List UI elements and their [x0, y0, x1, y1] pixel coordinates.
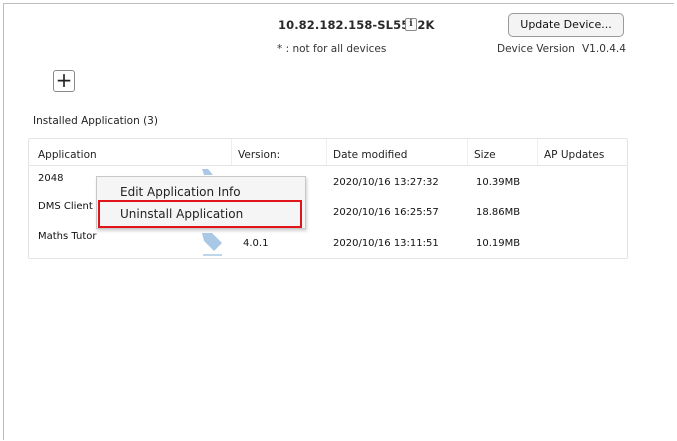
device-note: * : not for all devices	[277, 43, 387, 55]
update-device-button[interactable]: Update Device...	[508, 13, 624, 37]
column-divider	[467, 139, 468, 165]
column-divider	[231, 139, 232, 165]
app-size: 10.19MB	[476, 238, 521, 249]
menu-item-edit-application-info[interactable]: Edit Application Info	[120, 185, 241, 199]
column-divider	[537, 139, 538, 165]
column-header-size[interactable]: Size	[474, 149, 496, 161]
column-divider	[326, 139, 327, 165]
app-date: 2020/10/16 16:25:57	[333, 207, 439, 218]
header-separator	[29, 165, 627, 166]
app-date: 2020/10/16 13:27:32	[333, 177, 439, 188]
app-size: 10.39MB	[476, 177, 521, 188]
column-header-ap-updates[interactable]: AP Updates	[544, 149, 604, 161]
app-date: 2020/10/16 13:11:51	[333, 238, 439, 249]
app-name: DMS Client	[38, 201, 93, 212]
tag-icon[interactable]	[200, 229, 224, 257]
device-version-value: V1.0.4.4	[582, 43, 626, 55]
app-size: 18.86MB	[476, 207, 521, 218]
info-icon[interactable]: i	[405, 18, 417, 31]
add-application-button[interactable]: +	[53, 70, 75, 92]
app-name: Maths Tutor	[38, 231, 97, 242]
column-header-date-modified[interactable]: Date modified	[333, 149, 407, 161]
app-name: 2048	[38, 173, 64, 184]
column-header-version[interactable]: Version:	[238, 149, 280, 161]
app-version: 4.0.1	[243, 238, 269, 249]
installed-apps-title: Installed Application (3)	[33, 115, 158, 127]
device-version-label: Device Version	[497, 43, 575, 55]
column-header-application[interactable]: Application	[38, 149, 97, 161]
uninstall-highlight-box	[98, 200, 302, 228]
